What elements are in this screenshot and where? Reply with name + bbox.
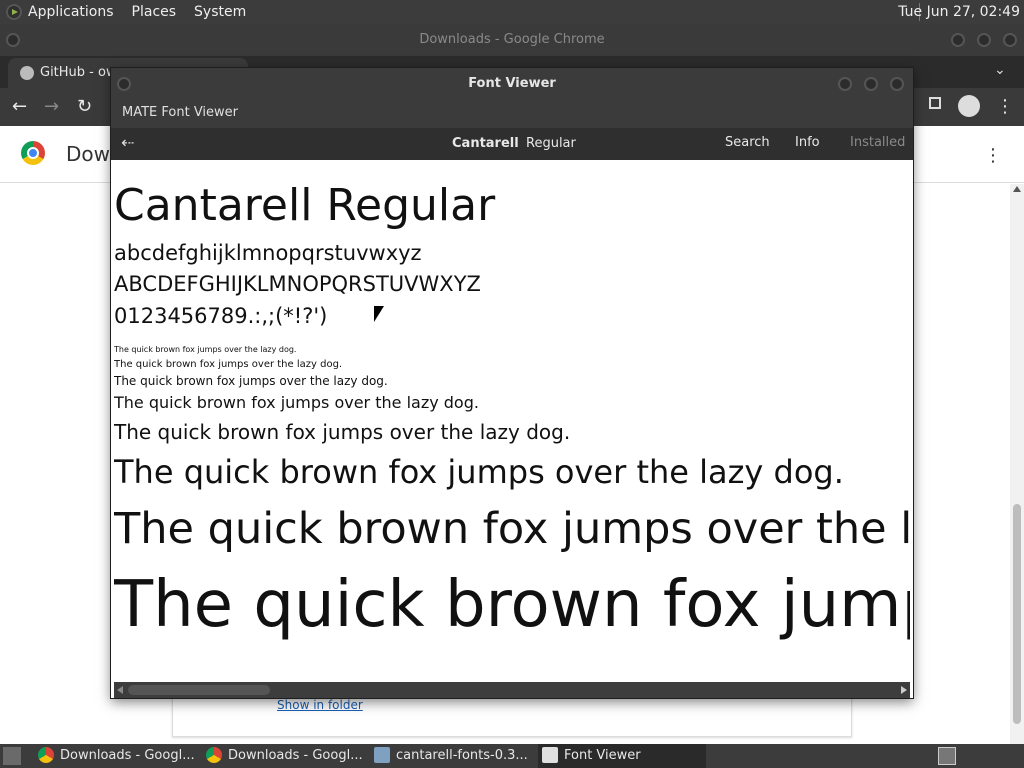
profile-avatar[interactable] [958, 95, 980, 117]
preview-sample-8: The quick brown fox jumps over the lazy … [114, 345, 297, 354]
tab-label: GitHub - ow [40, 65, 117, 80]
taskbar-item-label: Downloads - Googl... [60, 748, 195, 763]
preview-heading: Cantarell Regular [114, 180, 496, 231]
chrome-icon [38, 746, 54, 763]
scroll-left-icon[interactable] [117, 686, 123, 694]
page-title: Dow [66, 142, 110, 166]
font-family-name: Cantarell [452, 136, 519, 151]
preview-digits: 0123456789.:,;(*!?') [114, 304, 328, 328]
mate-logo-icon[interactable] [6, 4, 22, 20]
clock[interactable]: Tue Jun 27, 02:49 [898, 4, 1020, 20]
font-viewer-window: Font Viewer MATE Font Viewer ⇠ Cantarell… [111, 68, 913, 698]
info-button[interactable]: Info [795, 135, 820, 150]
preview-sample-12: The quick brown fox jumps over the lazy … [114, 374, 388, 388]
back-icon[interactable]: ← [12, 96, 27, 117]
window-menu-icon[interactable] [6, 33, 20, 47]
font-style-name: Regular [526, 136, 576, 151]
downloads-more-icon[interactable]: ⋮ [984, 145, 1002, 166]
taskbar-item-label: Font Viewer [564, 748, 641, 763]
github-icon [20, 65, 34, 80]
taskbar-item-archive[interactable]: cantarell-fonts-0.3... [370, 744, 536, 768]
scroll-right-icon[interactable] [901, 686, 907, 694]
show-in-folder-link[interactable]: Show in folder [277, 698, 363, 712]
taskbar-item-downloads-1[interactable]: Downloads - Googl... [34, 744, 200, 768]
workspace-switcher[interactable] [938, 747, 956, 765]
top-panel: Applications Places System Tue Jun 27, 0… [0, 0, 1024, 24]
bottom-taskbar: Downloads - Googl... Downloads - Googl..… [0, 744, 1024, 768]
font-viewer-title: Font Viewer [468, 76, 556, 91]
preview-hscrollbar[interactable] [114, 682, 910, 698]
page-scrollbar[interactable] [1010, 184, 1024, 744]
preview-sample-10: The quick brown fox jumps over the lazy … [114, 359, 343, 370]
preview-sample-64: The quick brown fox jumps over the lazy … [114, 568, 910, 642]
font-viewer-headerbar: ⇠ Cantarell Regular Search Info Installe… [111, 128, 913, 160]
chrome-icon [206, 746, 222, 763]
chrome-logo-icon [21, 141, 45, 165]
close-icon[interactable] [1003, 33, 1017, 47]
menu-applications[interactable]: Applications [28, 4, 114, 20]
minimize-icon[interactable] [838, 77, 852, 91]
minimize-icon[interactable] [951, 33, 965, 47]
preview-sample-20: The quick brown fox jumps over the lazy … [114, 420, 571, 444]
forward-icon[interactable]: → [44, 96, 59, 117]
app-name: MATE Font Viewer [122, 105, 239, 120]
menu-places[interactable]: Places [132, 4, 177, 20]
chrome-titlebar[interactable]: Downloads - Google Chrome [0, 24, 1024, 56]
hscroll-thumb[interactable] [128, 685, 270, 695]
font-viewer-icon [542, 746, 558, 763]
preview-uppercase: ABCDEFGHIJKLMNOPQRSTUVWXYZ [114, 272, 481, 296]
taskbar-item-font-viewer[interactable]: Font Viewer [538, 744, 706, 768]
font-preview-area: Cantarell Regular abcdefghijklmnopqrstuv… [114, 162, 910, 682]
archive-icon [374, 746, 390, 763]
chrome-menu-icon[interactable]: ⋮ [996, 96, 1014, 117]
font-viewer-titlebar[interactable]: Font Viewer [111, 68, 913, 100]
search-button[interactable]: Search [725, 135, 770, 150]
scroll-up-icon[interactable] [1013, 186, 1021, 192]
window-menu-icon[interactable] [117, 77, 131, 91]
back-arrow-icon[interactable]: ⇠ [121, 133, 134, 152]
app-name-bar: MATE Font Viewer [111, 100, 913, 128]
maximize-icon[interactable] [977, 33, 991, 47]
sidepanel-icon[interactable] [929, 97, 941, 109]
preview-sample-16: The quick brown fox jumps over the lazy … [114, 393, 479, 412]
preview-lowercase: abcdefghijklmnopqrstuvwxyz [114, 241, 422, 265]
taskbar-item-downloads-2[interactable]: Downloads - Googl... [202, 744, 368, 768]
mouse-cursor-icon [374, 306, 384, 322]
taskbar-item-label: cantarell-fonts-0.3... [396, 748, 528, 763]
tab-search-chevron-icon[interactable]: ⌄ [994, 62, 1006, 78]
chrome-window-title: Downloads - Google Chrome [419, 32, 605, 47]
maximize-icon[interactable] [864, 77, 878, 91]
reload-icon[interactable]: ↻ [77, 96, 92, 117]
show-desktop-icon[interactable] [3, 747, 21, 765]
preview-sample-32: The quick brown fox jumps over the lazy … [114, 453, 844, 491]
preview-sample-48: The quick brown fox jumps over the lazy … [114, 504, 910, 554]
scroll-thumb[interactable] [1013, 504, 1021, 724]
taskbar-item-label: Downloads - Googl... [228, 748, 363, 763]
close-icon[interactable] [890, 77, 904, 91]
menu-system[interactable]: System [194, 4, 246, 20]
installed-button[interactable]: Installed [850, 135, 905, 150]
